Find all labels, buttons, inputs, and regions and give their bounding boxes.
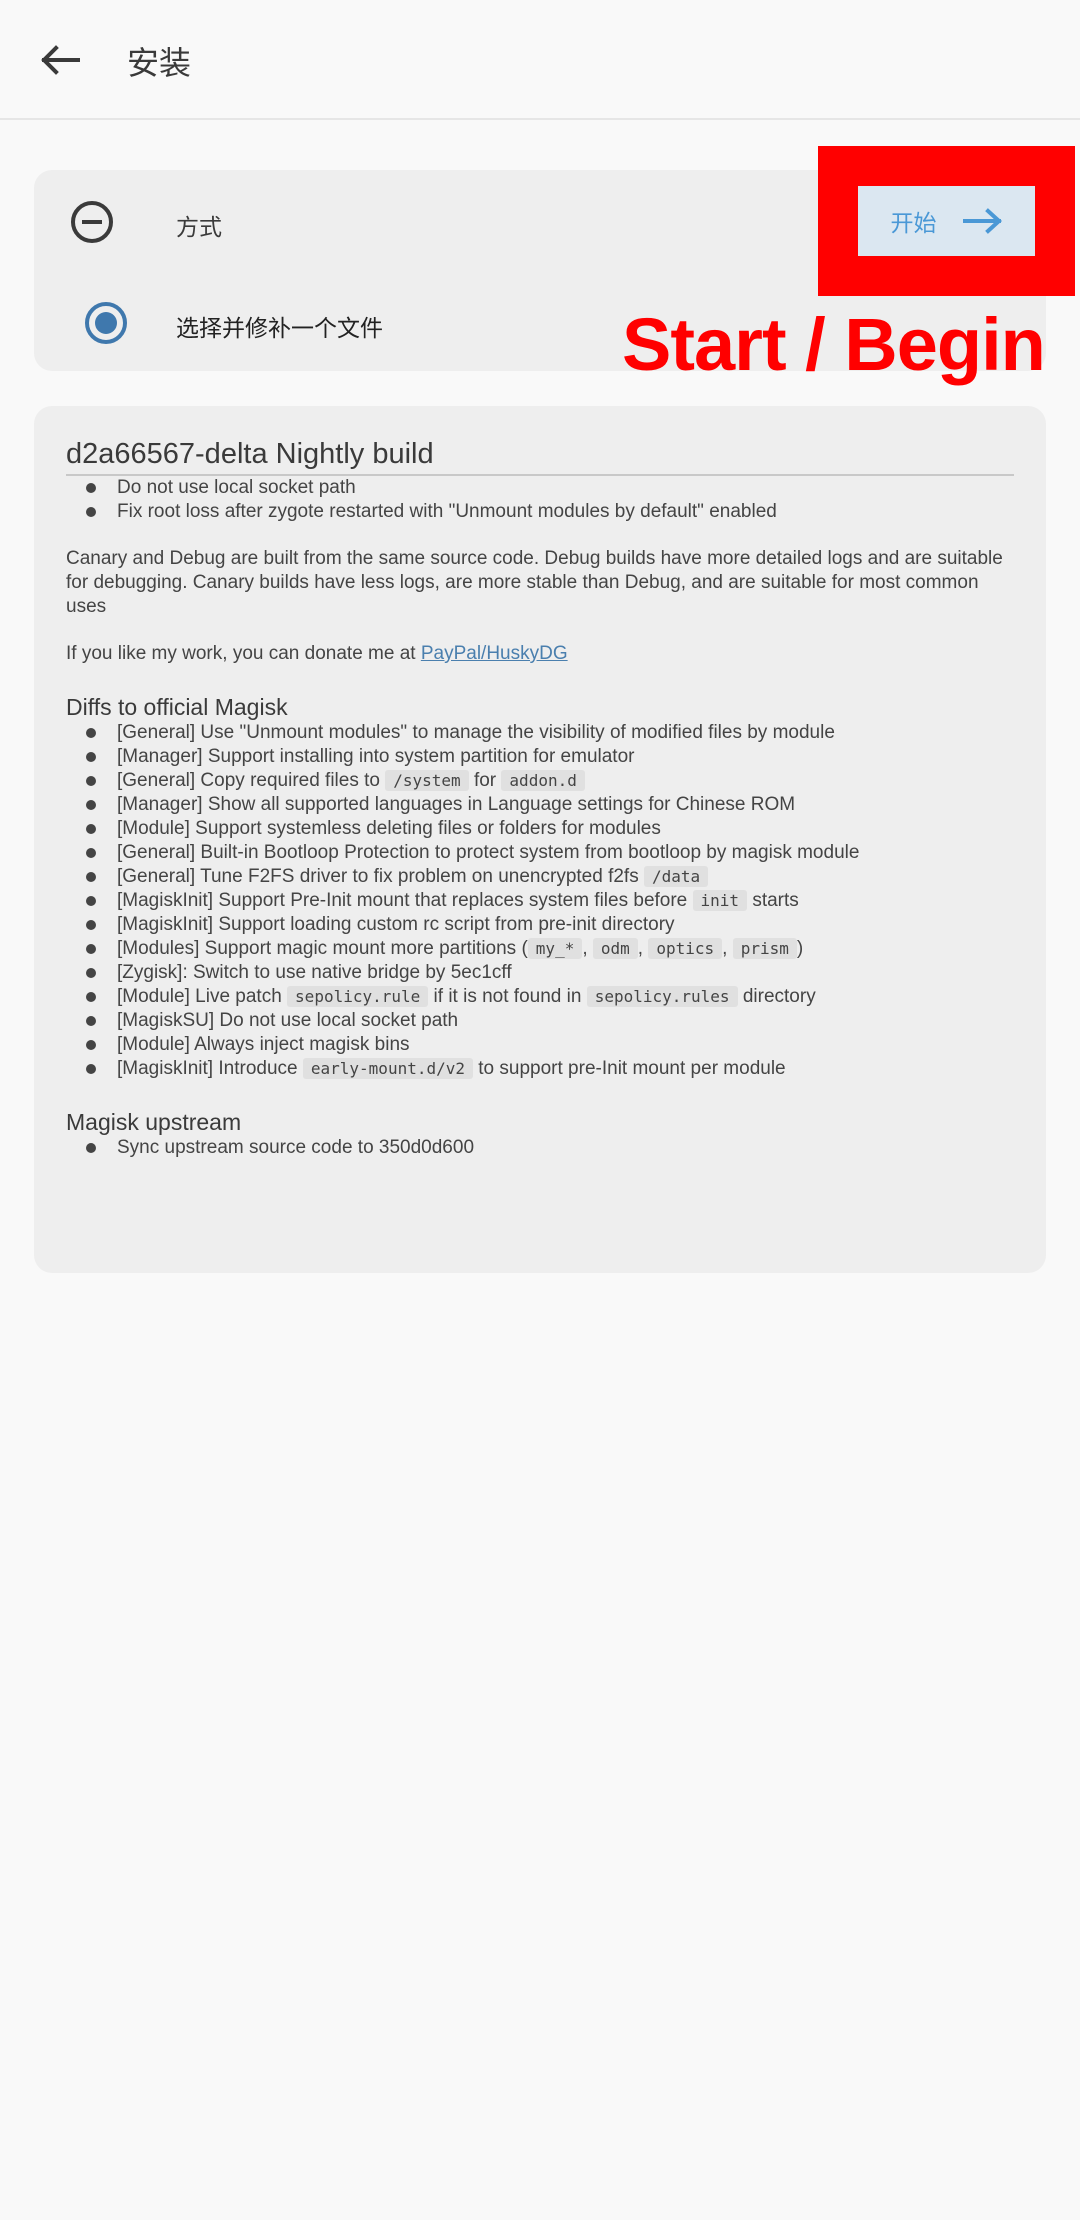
diff-text: directory: [737, 986, 816, 1007]
donate-text: If you like my work, you can donate me a…: [66, 643, 421, 664]
arrow-left-icon: [41, 45, 80, 75]
diff-text: ,: [637, 938, 649, 959]
inline-code: early-mount.d/v2: [302, 1058, 473, 1079]
collapse-minus-icon: [71, 201, 113, 243]
inline-code: /data: [643, 866, 709, 887]
upstream-list: Sync upstream source code to 350d0d600: [66, 1136, 1014, 1160]
diff-item: [Module] Support systemless deleting fil…: [66, 817, 1014, 841]
app-bar: 安装: [0, 0, 1080, 120]
diff-text: [Module] Always inject magisk bins: [117, 1034, 410, 1055]
start-button[interactable]: 开始: [858, 186, 1035, 256]
inline-code: sepolicy.rules: [586, 986, 738, 1007]
inline-code: my_*: [527, 938, 583, 959]
diff-text: ): [796, 938, 804, 959]
diff-text: [General] Tune F2FS driver to fix proble…: [117, 866, 644, 887]
paypal-link[interactable]: PayPal/HuskyDG: [421, 643, 568, 664]
diffs-list: [General] Use "Unmount modules" to manag…: [66, 721, 1014, 1081]
diff-text: [MagiskSU] Do not use local socket path: [117, 1010, 459, 1031]
inline-code: optics: [648, 938, 723, 959]
diff-text: to support pre-Init mount per module: [473, 1058, 786, 1079]
inline-code: sepolicy.rule: [287, 986, 429, 1007]
option-label: 选择并修补一个文件: [176, 316, 383, 342]
build-description: Canary and Debug are built from the same…: [66, 548, 1003, 617]
inline-code: addon.d: [501, 770, 585, 791]
donate-paragraph: If you like my work, you can donate me a…: [66, 642, 1014, 666]
diff-item: [General] Use "Unmount modules" to manag…: [66, 721, 1014, 745]
annotation-text: Start / Begin: [622, 303, 1046, 386]
diff-text: for: [468, 770, 502, 791]
diff-text: [MagiskInit] Introduce: [117, 1058, 303, 1079]
diff-text: [MagiskInit] Support Pre-Init mount that…: [117, 890, 693, 911]
list-item: Sync upstream source code to 350d0d600: [66, 1136, 1014, 1160]
diff-text: [Zygisk]: Switch to use native bridge by…: [117, 962, 512, 983]
method-label: 方式: [176, 215, 222, 241]
upstream-heading: Magisk upstream: [66, 1109, 242, 1135]
diff-item: [MagiskInit] Introduce early-mount.d/v2 …: [66, 1057, 1014, 1081]
diff-text: [Module] Support systemless deleting fil…: [117, 818, 661, 839]
diff-text: [Modules] Support magic mount more parti…: [117, 938, 528, 959]
diff-text: [General] Copy required files to: [117, 770, 386, 791]
inline-code: odm: [592, 938, 638, 959]
diff-item: [MagiskInit] Support loading custom rc s…: [66, 913, 1014, 937]
diff-item: [General] Tune F2FS driver to fix proble…: [66, 865, 1014, 889]
diff-text: [Manager] Show all supported languages i…: [117, 794, 796, 815]
changes-list: Do not use local socket path Fix root lo…: [66, 476, 1014, 524]
release-notes-card: d2a66567-delta Nightly build Do not use …: [34, 406, 1046, 1273]
diff-item: [Modules] Support magic mount more parti…: [66, 937, 1014, 961]
diff-item: [Manager] Support installing into system…: [66, 745, 1014, 769]
back-button[interactable]: [30, 30, 90, 90]
diff-text: [MagiskInit] Support loading custom rc s…: [117, 914, 675, 935]
inline-code: prism: [732, 938, 797, 959]
start-label: 开始: [890, 211, 937, 237]
diff-text: if it is not found in: [428, 986, 587, 1007]
diff-item: [Zygisk]: Switch to use native bridge by…: [66, 961, 1014, 985]
radio-selected-icon[interactable]: [84, 301, 128, 345]
arrow-right-icon: [962, 208, 1002, 234]
diff-item: [Module] Always inject magisk bins: [66, 1033, 1014, 1057]
release-title: d2a66567-delta Nightly build: [66, 436, 1014, 476]
diff-item: [MagiskSU] Do not use local socket path: [66, 1009, 1014, 1033]
diff-text: ,: [582, 938, 593, 959]
diff-text: [General] Use "Unmount modules" to manag…: [117, 722, 835, 743]
diff-text: [Module] Live patch: [117, 986, 288, 1007]
inline-code: /system: [385, 770, 469, 791]
diff-text: starts: [747, 890, 799, 911]
diff-item: [General] Built-in Bootloop Protection t…: [66, 841, 1014, 865]
page-title: 安装: [127, 44, 192, 82]
list-item: Do not use local socket path: [66, 476, 1014, 500]
diff-item: [MagiskInit] Support Pre-Init mount that…: [66, 889, 1014, 913]
list-item: Fix root loss after zygote restarted wit…: [66, 500, 1014, 524]
diff-item: [Manager] Show all supported languages i…: [66, 793, 1014, 817]
inline-code: init: [692, 890, 748, 911]
diff-text: [Manager] Support installing into system…: [117, 746, 635, 767]
diffs-heading: Diffs to official Magisk: [66, 694, 288, 720]
diff-item: [General] Copy required files to /system…: [66, 769, 1014, 793]
diff-text: [General] Built-in Bootloop Protection t…: [117, 842, 860, 863]
diff-item: [Module] Live patch sepolicy.rule if it …: [66, 985, 1014, 1009]
diff-text: ,: [722, 938, 733, 959]
